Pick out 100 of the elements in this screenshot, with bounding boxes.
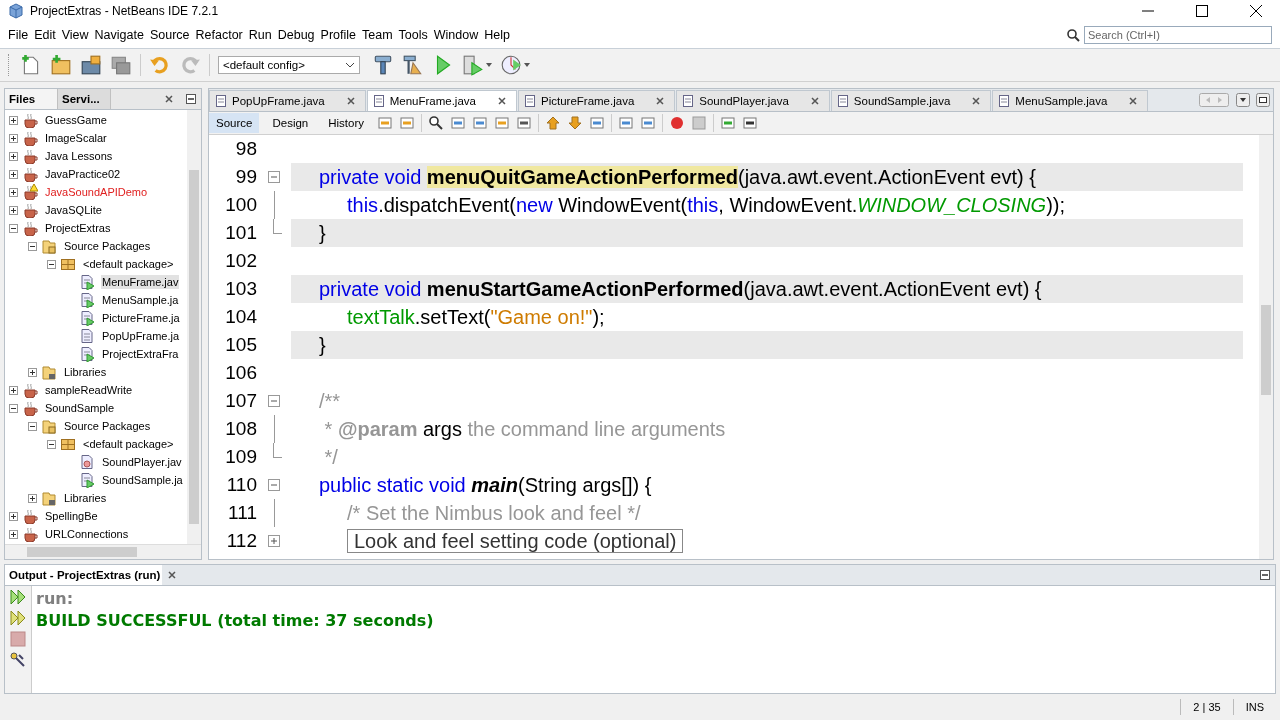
- tree-item[interactable]: ImageScalar: [44, 131, 108, 145]
- collapse-icon[interactable]: [28, 421, 37, 431]
- down-icon[interactable]: [567, 115, 584, 131]
- panel-tab[interactable]: Servi...: [58, 89, 111, 109]
- caret-icon[interactable]: [486, 62, 492, 68]
- tree-item[interactable]: ProjectExtras: [44, 221, 112, 235]
- tree-item[interactable]: Source Packages: [63, 239, 152, 253]
- tree-item[interactable]: MenuSample.ja: [101, 293, 180, 307]
- minimize-icon[interactable]: [185, 93, 197, 105]
- record-icon[interactable]: [669, 115, 686, 131]
- close-icon[interactable]: [1129, 97, 1138, 105]
- menu-item[interactable]: Profile: [317, 28, 359, 42]
- collapse-icon[interactable]: [9, 403, 18, 413]
- menu-item[interactable]: Tools: [395, 28, 431, 42]
- menu-item[interactable]: Debug: [274, 28, 318, 42]
- maximize-icon[interactable]: [1256, 93, 1270, 107]
- close-icon[interactable]: [972, 97, 981, 105]
- scrollbar[interactable]: [1259, 135, 1273, 559]
- close-icon[interactable]: [656, 97, 665, 105]
- close-icon[interactable]: [810, 97, 819, 105]
- tree-item[interactable]: JavaPractice02: [44, 167, 122, 181]
- expand-icon[interactable]: [9, 133, 18, 143]
- expand-icon[interactable]: [9, 385, 18, 395]
- folded-code[interactable]: Look and feel setting code (optional): [347, 528, 684, 553]
- tree-item[interactable]: Libraries: [63, 365, 108, 379]
- scrollbar[interactable]: [5, 544, 201, 559]
- search-field[interactable]: Search (Ctrl+I): [1084, 26, 1272, 44]
- wrench-icon[interactable]: [9, 651, 27, 669]
- menu-item[interactable]: Edit: [31, 28, 59, 42]
- tree-item[interactable]: GuessGame: [44, 113, 108, 127]
- menu-item[interactable]: Navigate: [91, 28, 147, 42]
- hammer-icon[interactable]: [372, 54, 394, 76]
- menu-item[interactable]: Window: [430, 28, 482, 42]
- chevron-down-icon[interactable]: [345, 62, 355, 68]
- editor-tab[interactable]: SoundSample.java: [830, 90, 992, 111]
- close-icon[interactable]: [346, 97, 355, 105]
- view-tab[interactable]: History: [321, 113, 372, 133]
- tree-item[interactable]: <default package>: [82, 257, 175, 271]
- editor-tab[interactable]: MenuFrame.java: [366, 90, 517, 111]
- tree-item[interactable]: <default package>: [82, 437, 175, 451]
- menu-item[interactable]: Team: [359, 28, 396, 42]
- expand-icon[interactable]: [9, 511, 18, 521]
- config-dropdown[interactable]: <default config>: [218, 56, 360, 74]
- expand-icon[interactable]: [9, 151, 18, 161]
- tree-item[interactable]: Libraries: [63, 491, 108, 505]
- close-icon[interactable]: [165, 95, 173, 103]
- menu-item[interactable]: Help: [481, 28, 513, 42]
- editor-tab[interactable]: SoundPlayer.java: [676, 90, 830, 111]
- output-tab[interactable]: Output - ProjectExtras (run): [5, 565, 163, 585]
- expand-icon[interactable]: [9, 205, 18, 215]
- scrollbar[interactable]: [187, 110, 201, 544]
- tree-item[interactable]: sampleReadWrite: [44, 383, 134, 397]
- panel-tab[interactable]: Files: [5, 89, 58, 109]
- menu-item[interactable]: Source: [146, 28, 193, 42]
- menu-item[interactable]: File: [5, 28, 32, 42]
- collapse-icon[interactable]: [47, 259, 56, 269]
- find-icon[interactable]: [428, 115, 445, 131]
- close-icon[interactable]: [168, 571, 177, 579]
- tree-item[interactable]: Java Lessons: [44, 149, 114, 163]
- tree-item[interactable]: SoundSample: [44, 401, 116, 415]
- minimize-icon[interactable]: [1259, 569, 1271, 581]
- caret-icon[interactable]: [524, 62, 530, 68]
- broom-icon[interactable]: [402, 54, 424, 76]
- folder-icon[interactable]: [80, 54, 102, 76]
- rerun-icon[interactable]: [9, 609, 27, 627]
- view-tab[interactable]: Design: [265, 113, 316, 133]
- folders-icon[interactable]: [110, 54, 132, 76]
- close-icon[interactable]: [1249, 4, 1263, 18]
- collapse-icon[interactable]: [47, 439, 56, 449]
- editor-tab[interactable]: PictureFrame.java: [518, 90, 676, 111]
- editor-tab[interactable]: MenuSample.java: [992, 90, 1149, 111]
- expand-icon[interactable]: [9, 115, 18, 125]
- expand-icon[interactable]: [9, 187, 18, 197]
- editor-tab[interactable]: PopUpFrame.java: [209, 90, 366, 111]
- up-icon[interactable]: [545, 115, 562, 131]
- menu-item[interactable]: Run: [245, 28, 275, 42]
- collapse-icon[interactable]: [9, 223, 18, 233]
- tree-item[interactable]: ProjectExtraFra: [101, 347, 180, 361]
- debug-icon[interactable]: [462, 54, 484, 76]
- close-icon[interactable]: [498, 97, 506, 105]
- expand-icon[interactable]: [9, 529, 18, 539]
- tree-item[interactable]: Source Packages: [63, 419, 152, 433]
- new-project-icon[interactable]: [50, 54, 72, 76]
- profile-icon[interactable]: [500, 54, 522, 76]
- tree-item[interactable]: SoundPlayer.jav: [101, 455, 183, 469]
- maximize-icon[interactable]: [1195, 4, 1209, 18]
- tree-item[interactable]: SpellingBe: [44, 509, 99, 523]
- rerun-icon[interactable]: [9, 588, 27, 606]
- view-tab[interactable]: Source: [209, 113, 260, 133]
- dropdown-icon[interactable]: [1236, 93, 1250, 107]
- tree-item[interactable]: JavaSQLite: [44, 203, 103, 217]
- expand-icon[interactable]: [28, 367, 37, 377]
- expand-icon[interactable]: [28, 493, 37, 503]
- tree-item[interactable]: SoundSample.ja: [101, 473, 184, 487]
- tree-item[interactable]: MenuFrame.jav: [101, 275, 180, 289]
- expand-icon[interactable]: [9, 169, 18, 179]
- tree-item[interactable]: PopUpFrame.ja: [101, 329, 181, 343]
- collapse-icon[interactable]: [28, 241, 37, 251]
- tree-item[interactable]: JavaSoundAPIDemo: [44, 185, 149, 199]
- tree-item[interactable]: PictureFrame.ja: [101, 311, 181, 325]
